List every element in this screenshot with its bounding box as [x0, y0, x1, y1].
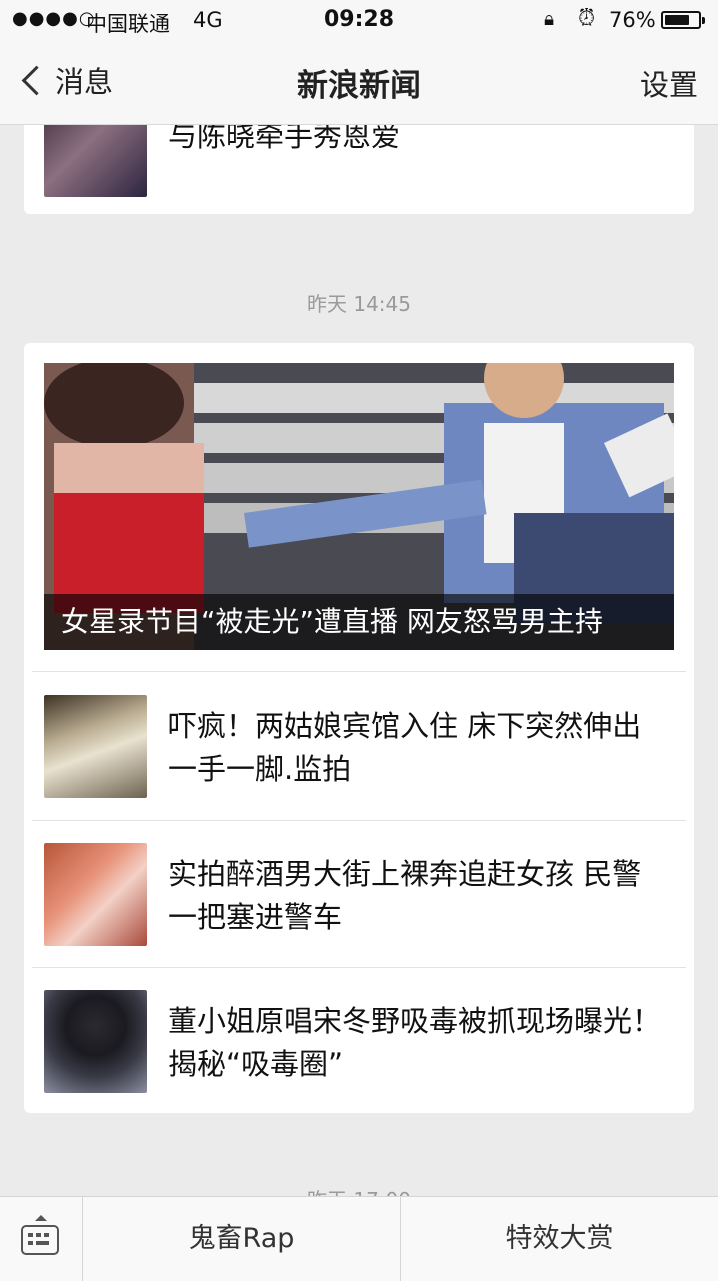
alarm-icon: ⏰︎	[578, 6, 596, 31]
news-card-group: 女星录节目“被走光”遭直播 网友怒骂男主持 吓疯！两姑娘宾馆入住 床下突然伸出一…	[24, 343, 694, 1113]
news-item-1[interactable]: 吓疯！两姑娘宾馆入住 床下突然伸出一手一脚.监拍	[24, 673, 694, 821]
message-timestamp: 昨天 14:45	[307, 292, 411, 316]
status-bar: ●●●●○ 中国联通 4G 09:28 🔒︎ ⏰︎ 76%	[0, 0, 718, 40]
keyboard-toggle-button[interactable]	[0, 1197, 83, 1281]
news-item-3[interactable]: 董小姐原唱宋冬野吸毒被抓现场曝光！揭秘“吸毒圈”	[24, 968, 694, 1116]
news-thumbnail	[44, 843, 147, 946]
chevron-left-icon	[21, 65, 52, 95]
back-label: 消息	[55, 65, 114, 99]
back-button[interactable]: 消息	[20, 60, 113, 100]
news-thumbnail	[44, 990, 147, 1093]
divider	[32, 671, 686, 672]
hero-news-item[interactable]: 女星录节目“被走光”遭直播 网友怒骂男主持	[44, 363, 674, 650]
news-title: 吓疯！两姑娘宾馆入住 床下突然伸出一手一脚.监拍	[168, 709, 642, 786]
battery-percent: 76%	[609, 8, 656, 32]
news-item-2[interactable]: 实拍醉酒男大街上裸奔追赶女孩 民警一把塞进警车	[24, 821, 694, 969]
keyboard-icon	[21, 1225, 59, 1255]
battery-fill	[665, 15, 690, 25]
news-thumbnail	[44, 695, 147, 798]
navigation-bar: 消息 新浪新闻 设置	[0, 42, 718, 122]
caret-up-icon	[35, 1215, 47, 1221]
rotation-lock-icon: 🔒︎	[544, 8, 555, 30]
settings-button[interactable]: 设置	[640, 62, 698, 104]
news-title: 实拍醉酒男大街上裸奔追赶女孩 民警一把塞进警车	[168, 857, 642, 934]
hero-headline: 女星录节目“被走光”遭直播 网友怒骂男主持	[44, 594, 674, 650]
menu-button-1[interactable]: 鬼畜Rap	[83, 1197, 401, 1281]
battery-tip	[702, 17, 705, 24]
battery-icon	[661, 11, 705, 29]
bottom-menu-bar: 鬼畜Rap 特效大赏	[0, 1196, 718, 1281]
top-bar: ●●●●○ 中国联通 4G 09:28 🔒︎ ⏰︎ 76% 消息 新浪新闻 设置	[0, 0, 718, 125]
menu-button-2[interactable]: 特效大赏	[401, 1197, 718, 1281]
news-title: 董小姐原唱宋冬野吸毒被抓现场曝光！揭秘“吸毒圈”	[168, 1004, 662, 1081]
